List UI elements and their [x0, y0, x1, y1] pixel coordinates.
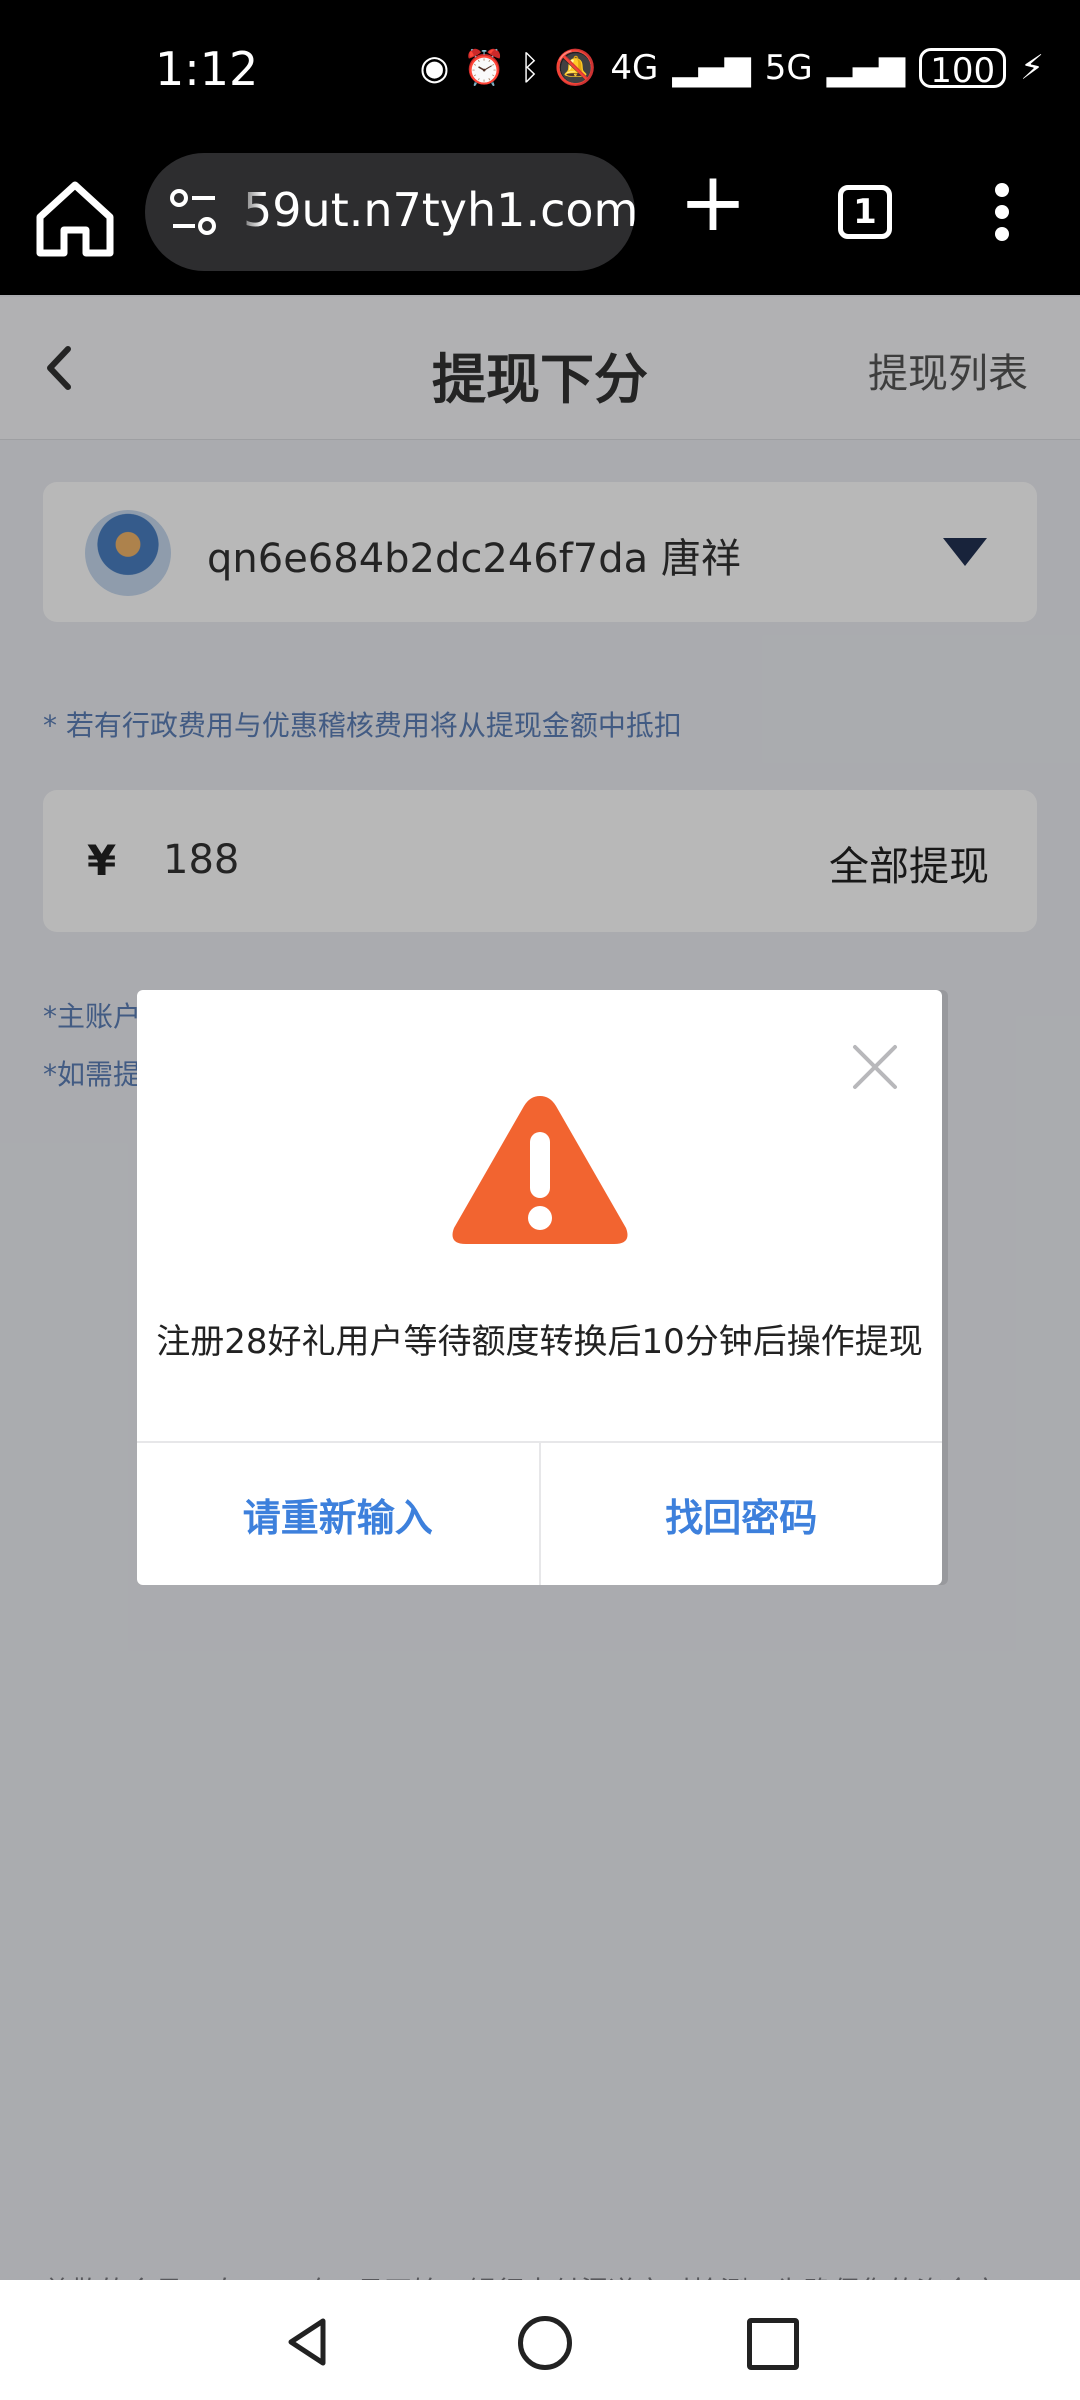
battery-icon: 100 [919, 48, 1007, 91]
tab-switcher-button[interactable]: 1 [838, 185, 892, 239]
recover-password-button[interactable]: 找回密码 [541, 1443, 943, 1585]
dialog-actions: 请重新输入 找回密码 [137, 1441, 942, 1585]
browser-toolbar: 59ut.n7tyh1.com + 1 [0, 145, 1080, 295]
mute-icon: 🔕 [554, 48, 597, 88]
reenter-button[interactable]: 请重新输入 [137, 1443, 541, 1585]
network-4g-label: 4G [610, 48, 659, 88]
new-tab-button[interactable]: + [678, 162, 748, 244]
warning-dialog: 注册28好礼用户等待额度转换后10分钟后操作提现 请重新输入 找回密码 [137, 990, 942, 1585]
nav-back-icon[interactable] [285, 2317, 329, 2367]
nav-home-icon[interactable] [518, 2316, 572, 2370]
bluetooth-icon: ᛒ [519, 48, 540, 88]
close-icon[interactable] [850, 1042, 900, 1092]
dialog-message: 注册28好礼用户等待额度转换后10分钟后操作提现 [156, 1322, 923, 1362]
nav-recent-icon[interactable] [747, 2318, 799, 2370]
system-navigation-bar [0, 2280, 1080, 2400]
url-text[interactable]: 59ut.n7tyh1.com [232, 183, 635, 243]
signal-icon-2: ▂▄▆ [826, 48, 906, 88]
charging-icon: ⚡ [1020, 48, 1044, 88]
status-icons: ◉ ⏰ ᛒ 🔕 4G ▂▄▆ 5G ▂▄▆ 100 ⚡ [419, 48, 1044, 91]
network-5g-label: 5G [764, 48, 813, 88]
alarm-icon: ⏰ [463, 48, 506, 88]
home-icon[interactable] [30, 173, 120, 263]
status-time: 1:12 [155, 42, 259, 96]
eye-icon: ◉ [419, 48, 450, 88]
status-bar: 1:12 ◉ ⏰ ᛒ 🔕 4G ▂▄▆ 5G ▂▄▆ 100 ⚡ [0, 0, 1080, 145]
url-bar[interactable]: 59ut.n7tyh1.com [145, 153, 635, 271]
site-settings-icon[interactable] [165, 183, 225, 243]
signal-icon: ▂▄▆ [672, 48, 751, 88]
more-menu-icon[interactable] [990, 179, 1014, 249]
warning-icon [452, 1096, 628, 1244]
